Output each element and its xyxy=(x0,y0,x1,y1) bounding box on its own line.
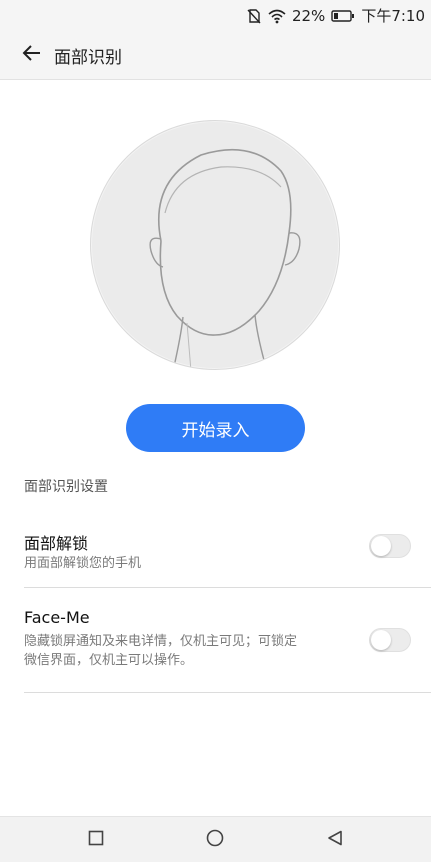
face-unlock-row[interactable]: 面部解锁 用面部解锁您的手机 xyxy=(0,520,431,588)
status-bar: 22% 下午7:10 xyxy=(0,0,431,30)
recent-apps-icon xyxy=(88,830,104,850)
face-me-description-line2: 微信界面，仅机主可以操作。 xyxy=(24,653,194,668)
navigation-bar xyxy=(0,816,431,862)
status-icons: 22% 下午7:10 xyxy=(246,5,425,26)
face-me-title: Face-Me xyxy=(24,608,90,627)
face-me-row[interactable]: Face-Me 隐藏锁屏通知及来电详情，仅机主可见；可锁定 微信界面，仅机主可以… xyxy=(0,598,431,692)
home-icon xyxy=(206,829,224,851)
face-outline-icon xyxy=(90,120,340,370)
section-title: 面部识别设置 xyxy=(24,479,108,495)
page-title: 面部识别 xyxy=(54,48,122,68)
toggle-knob xyxy=(371,630,391,650)
no-sim-icon xyxy=(246,8,262,24)
app-bar: 面部识别 xyxy=(0,30,431,80)
start-enroll-button[interactable]: 开始录入 xyxy=(126,404,305,452)
divider xyxy=(24,587,431,588)
status-time: 下午7:10 xyxy=(361,7,425,25)
face-illustration xyxy=(90,120,340,370)
recent-apps-button[interactable] xyxy=(83,827,109,853)
wifi-icon xyxy=(268,8,286,24)
battery-icon xyxy=(331,9,355,23)
face-unlock-description: 用面部解锁您的手机 xyxy=(24,556,142,571)
back-triangle-icon xyxy=(327,830,343,850)
back-button[interactable] xyxy=(18,42,46,68)
face-me-description-line1: 隐藏锁屏通知及来电详情，仅机主可见；可锁定 xyxy=(24,634,298,649)
arrow-left-icon xyxy=(22,44,42,66)
face-unlock-toggle[interactable] xyxy=(369,534,411,558)
battery-percent: 22% xyxy=(291,6,326,25)
divider xyxy=(24,692,431,693)
face-me-toggle[interactable] xyxy=(369,628,411,652)
home-button[interactable] xyxy=(202,827,228,853)
toggle-knob xyxy=(371,536,391,556)
face-unlock-title: 面部解锁 xyxy=(24,534,89,553)
back-nav-button[interactable] xyxy=(322,827,348,853)
